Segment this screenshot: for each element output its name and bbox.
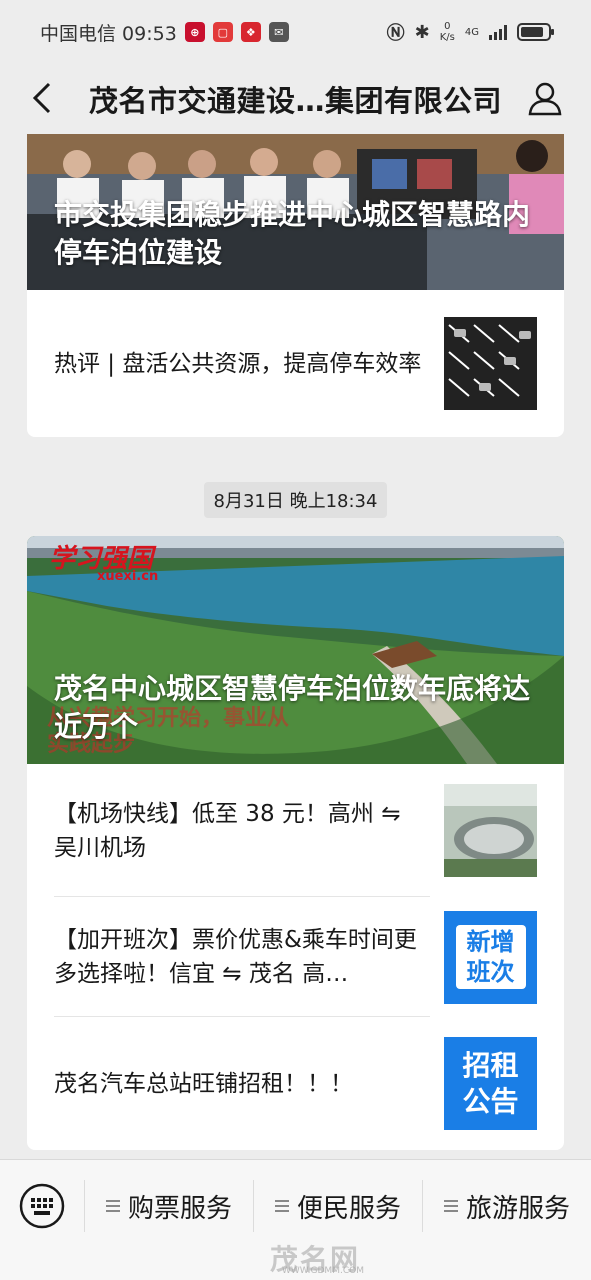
red-square-icon: ▢ — [212, 22, 233, 42]
thumbnail-parking — [444, 317, 537, 410]
net-speed-unit: K/s — [439, 32, 455, 43]
back-button[interactable] — [22, 78, 62, 118]
menu-lines-icon — [274, 1200, 289, 1212]
thumbnail-label: 招租公告 — [462, 1048, 519, 1118]
network-type: 4G — [464, 26, 479, 38]
menu-label: 旅游服务 — [465, 1193, 570, 1224]
net-speed: 0 K/s — [440, 21, 455, 43]
list-item-title: 茂名汽车总站旺铺招租！！！ — [54, 1070, 353, 1097]
hero-article[interactable]: 市交投集团稳步推进中心城区智慧路内停车泊位建设 — [27, 134, 564, 290]
xuexi-logo: 学习强国 xuexi.cn — [49, 538, 158, 584]
person-icon — [528, 82, 562, 116]
article-card-1: 市交投集团稳步推进中心城区智慧路内停车泊位建设 热评 | 盘活公共资源，提高停车… — [27, 134, 564, 437]
carrier-time: 中国电信 09:53 — [40, 22, 177, 45]
article-card-2: 学习强国 xuexi.cn 从兴趣学习开始，事业从实践起步 茂名中心城区智慧停车… — [27, 536, 564, 1150]
bluetooth-icon: ✱ — [414, 21, 430, 43]
list-item[interactable]: 【机场快线】低至 38 元！高州 ⇋ 吴川机场 — [27, 764, 564, 897]
profile-button[interactable] — [523, 76, 567, 120]
nfc-icon: Ⓝ — [386, 23, 405, 44]
menu-label: 购票服务 — [127, 1193, 232, 1224]
message-feed[interactable]: 市交投集团稳步推进中心城区智慧路内停车泊位建设 热评 | 盘活公共资源，提高停车… — [0, 134, 591, 1159]
menu-lines-icon — [443, 1200, 458, 1212]
list-item-title: 热评 | 盘活公共资源，提高停车效率 — [54, 350, 422, 377]
list-item-title: 【加开班次】票价优惠&乘车时间更多选择啦！信宜 ⇋ 茂名 高… — [54, 927, 417, 987]
hero-title: 茂名中心城区智慧停车泊位数年底将达近万个 — [54, 672, 531, 743]
chevron-left-icon — [32, 82, 51, 114]
keyboard-icon — [19, 1183, 65, 1229]
thumbnail-label: 新增班次 — [455, 925, 526, 989]
timestamp-row: 8月31日 晚上18:34 — [0, 482, 591, 518]
gift-icon: ❖ — [240, 22, 261, 42]
list-item[interactable]: 热评 | 盘活公共资源，提高停车效率 — [27, 290, 564, 437]
menu-ticket-service[interactable]: 购票服务 — [84, 1180, 253, 1232]
net-speed-value: 0 — [444, 21, 451, 32]
header-bar: 茂名市交通建设…集团有限公司 — [0, 64, 591, 134]
timestamp: 8月31日 晚上18:34 — [203, 482, 388, 518]
list-item-title: 【机场快线】低至 38 元！高州 ⇋ 吴川机场 — [54, 800, 401, 861]
list-item[interactable]: 茂名汽车总站旺铺招租！！！ 招租公告 — [27, 1017, 564, 1150]
thumbnail-airport — [444, 784, 537, 877]
list-item[interactable]: 【加开班次】票价优惠&乘车时间更多选择啦！信宜 ⇋ 茂名 高… 新增班次 — [27, 897, 564, 1017]
mail-icon: ✉ — [268, 22, 289, 42]
xuexi-logo-sub: xuexi.cn — [97, 569, 159, 584]
signal-icon — [489, 24, 507, 40]
menu-label: 便民服务 — [296, 1193, 401, 1224]
thumbnail-new-schedule: 新增班次 — [444, 910, 537, 1004]
menu-lines-icon — [105, 1200, 120, 1212]
hero-title: 市交投集团稳步推进中心城区智慧路内停车泊位建设 — [54, 198, 531, 269]
page-title: 茂名市交通建设…集团有限公司 — [88, 84, 502, 118]
watermark-sub: WWW.GDMM.COM — [282, 1266, 364, 1276]
status-bar: 中国电信 09:53 ⊕ ▢ ❖ ✉ Ⓝ ✱ 0 K/s 4G — [0, 0, 591, 64]
thumbnail-rental-notice: 招租公告 — [444, 1037, 537, 1130]
bank-notification-icon: ⊕ — [184, 22, 205, 42]
battery-icon — [517, 23, 554, 41]
menu-travel-service[interactable]: 旅游服务 — [422, 1180, 591, 1232]
hero-article[interactable]: 学习强国 xuexi.cn 从兴趣学习开始，事业从实践起步 茂名中心城区智慧停车… — [27, 536, 564, 764]
keyboard-toggle-button[interactable] — [0, 1160, 84, 1252]
menu-convenience-service[interactable]: 便民服务 — [253, 1180, 422, 1232]
